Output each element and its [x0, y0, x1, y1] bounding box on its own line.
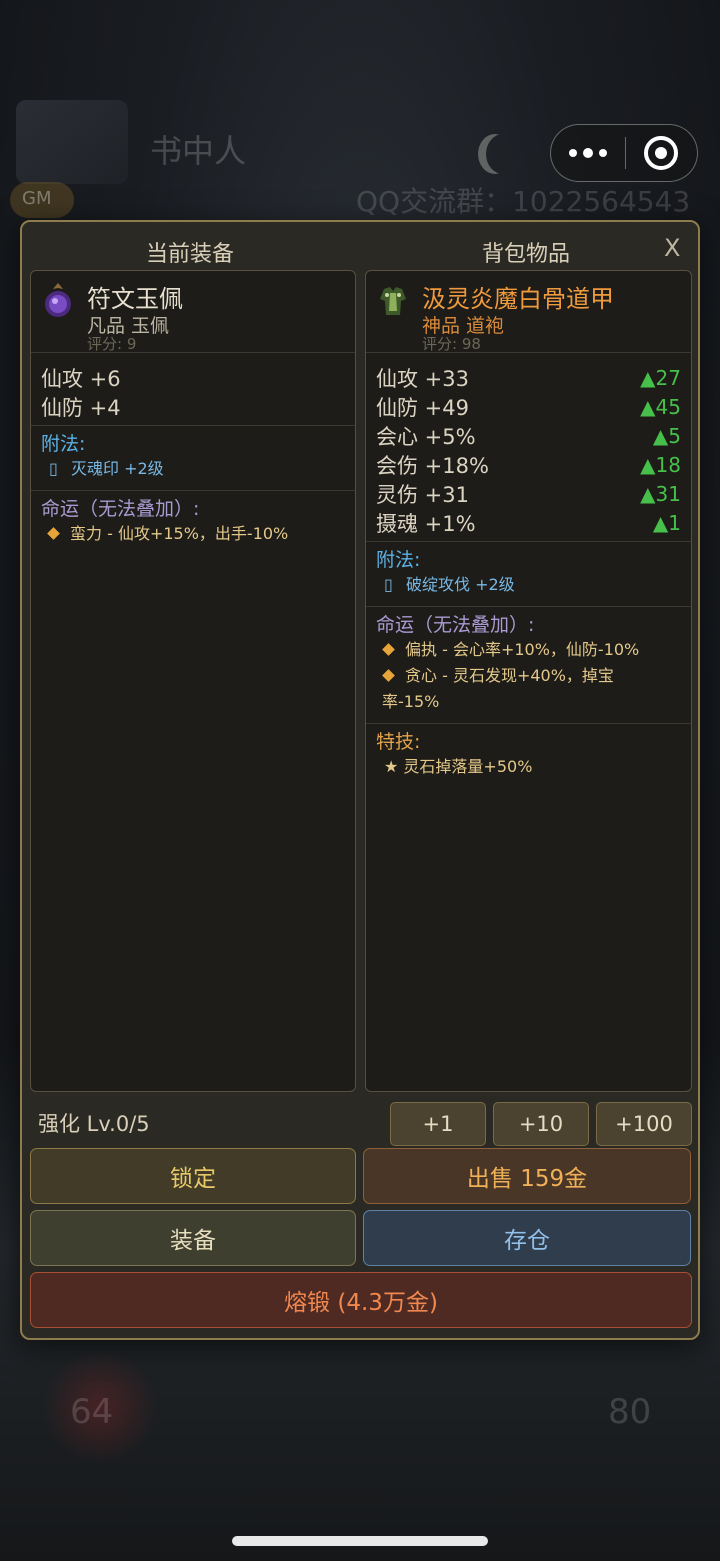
enchant-line: ▯ 灭魂印 +2级 [41, 456, 345, 482]
fate-line: 蛮力 - 仙攻+15%，出手-10% [41, 521, 345, 547]
stat-row: 仙攻 +6 [41, 366, 121, 391]
stat-row: 仙攻 +33 ▲27 [376, 365, 681, 391]
equip-button[interactable]: 装备 [30, 1210, 356, 1266]
target-icon [644, 136, 679, 170]
enchant-section: 附法: ▯ 灭魂印 +2级 [31, 426, 355, 491]
stat-row: 会心 +5% ▲5 [376, 423, 681, 449]
store-button[interactable]: 存仓 [363, 1210, 691, 1266]
stat-increase: ▲31 [640, 481, 681, 506]
dot-icon [582, 148, 593, 158]
current-equipment-panel: 符文玉佩 凡品 玉佩 评分: 9 仙攻 +6 仙防 +4 附法: ▯ 灭魂印 +2… [30, 270, 356, 1092]
close-button[interactable]: X [664, 234, 680, 262]
diamond-icon [382, 669, 395, 682]
stat-row: 仙防 +49 ▲45 [376, 394, 681, 420]
stat-increase: ▲45 [640, 394, 681, 419]
player-name: 书中人 [150, 132, 247, 170]
stat-row: 摄魂 +1% ▲1 [376, 510, 681, 536]
item-score: 评分: 98 [422, 335, 481, 353]
rune-icon: ▯ [384, 575, 393, 594]
purple-gem-icon [45, 283, 71, 317]
skill-section: 特技: ★ 灵石掉落量+50% [366, 724, 691, 788]
avatar [16, 100, 128, 184]
enhance-plus-10-button[interactable]: +10 [493, 1102, 589, 1146]
fate-section: 命运（无法叠加）: 蛮力 - 仙攻+15%，出手-10% [31, 491, 355, 555]
diamond-icon [47, 527, 60, 540]
enchant-title: 附法: [41, 433, 86, 455]
gm-badge: GM [10, 182, 74, 218]
item-name: 汲灵炎魔白骨道甲 [422, 285, 614, 313]
fate-line: 偏执 - 会心率+10%，仙防-10% [376, 637, 681, 663]
skill-line: ★ 灵石掉落量+50% [384, 757, 533, 776]
skill-title: 特技: [376, 731, 421, 753]
stat-list: 仙攻 +6 仙防 +4 [31, 353, 355, 426]
stat-row: 仙防 +4 [41, 395, 121, 420]
diamond-icon [382, 643, 395, 656]
fate-title: 命运（无法叠加）: [41, 498, 200, 520]
stat-increase: ▲18 [640, 452, 681, 477]
background-number-right: 80 [608, 1392, 652, 1432]
item-score: 评分: 9 [87, 335, 137, 353]
fate-line: 贪心 - 灵石发现+40%，掉宝 [376, 663, 681, 689]
header-current-equipment: 当前装备 [146, 242, 235, 267]
enhance-plus-100-button[interactable]: +100 [596, 1102, 692, 1146]
exit-miniprogram-button[interactable] [626, 125, 698, 181]
stat-list: 仙攻 +33 ▲27 仙防 +49 ▲45 会心 +5% ▲5 会伤 +18% ▲18 … [366, 353, 691, 542]
enchant-line: ▯ 破绽攻伐 +2级 [376, 572, 681, 598]
stat-row: 灵伤 +31 ▲31 [376, 481, 681, 507]
home-indicator[interactable] [232, 1536, 488, 1546]
enhance-level: 强化 Lv.0/5 [38, 1112, 150, 1136]
background-number-left: 64 [70, 1392, 114, 1432]
dot-icon [598, 149, 607, 157]
armor-icon [380, 287, 406, 315]
item-name: 符文玉佩 [87, 285, 183, 313]
dot-icon [568, 149, 577, 157]
more-options-button[interactable] [551, 125, 625, 181]
forge-button[interactable]: 熔锻 (4.3万金) [30, 1272, 692, 1328]
rune-icon: ▯ [49, 459, 58, 478]
stat-increase: ▲5 [652, 423, 681, 448]
qq-group-text: QQ交流群：1022564543 [356, 185, 691, 218]
miniprogram-capsule [550, 124, 698, 182]
backpack-item-panel: 汲灵炎魔白骨道甲 神品 道袍 评分: 98 仙攻 +33 ▲27 仙防 +49 ▲4… [365, 270, 692, 1092]
fate-title: 命运（无法叠加）: [376, 614, 535, 636]
stat-increase: ▲1 [652, 510, 681, 535]
stat-increase: ▲27 [640, 365, 681, 390]
enchant-section: 附法: ▯ 破绽攻伐 +2级 [366, 542, 691, 607]
item-header: 汲灵炎魔白骨道甲 神品 道袍 评分: 98 [366, 271, 691, 353]
equipment-compare-dialog: 当前装备 背包物品 X 符文玉佩 凡品 玉佩 评分: 9 仙攻 +6 仙防 +4… [20, 220, 700, 1340]
sell-button[interactable]: 出售 159金 [363, 1148, 691, 1204]
stat-row: 会伤 +18% ▲18 [376, 452, 681, 478]
moon-icon [486, 134, 520, 174]
fate-section: 命运（无法叠加）: 偏执 - 会心率+10%，仙防-10% 贪心 - 灵石发现+… [366, 607, 691, 724]
enchant-title: 附法: [376, 549, 421, 571]
enhance-plus-1-button[interactable]: +1 [390, 1102, 486, 1146]
fate-line-continued: 率-15% [382, 692, 440, 711]
item-header: 符文玉佩 凡品 玉佩 评分: 9 [31, 271, 355, 353]
lock-button[interactable]: 锁定 [30, 1148, 356, 1204]
header-backpack-item: 背包物品 [482, 242, 571, 267]
